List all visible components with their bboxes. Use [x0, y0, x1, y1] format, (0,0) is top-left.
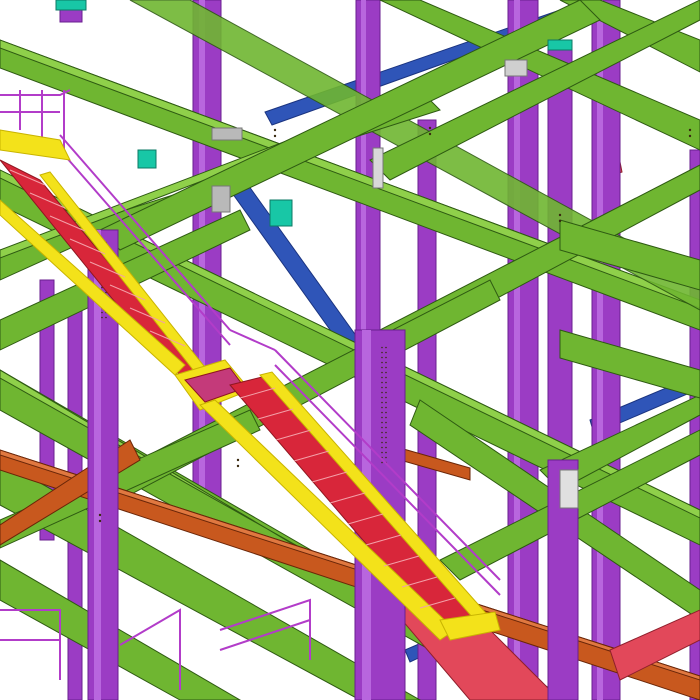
gray-plate	[211, 127, 243, 141]
steel-structure-render	[0, 0, 700, 700]
teal-plate	[547, 39, 573, 51]
bolt	[236, 458, 240, 462]
bolt	[558, 219, 562, 223]
bolt	[558, 213, 562, 217]
stair-landing-top	[0, 129, 71, 161]
gray-plate	[504, 59, 528, 77]
bolt	[98, 513, 102, 517]
teal-plate	[137, 149, 157, 169]
bolt	[428, 132, 432, 136]
bolt	[236, 464, 240, 468]
column-bolts	[380, 345, 388, 465]
gray-plate	[559, 469, 579, 509]
gray-plate	[211, 185, 231, 213]
structure-model-canvas	[0, 0, 700, 700]
teal-plate	[55, 0, 87, 11]
bolt	[688, 134, 692, 138]
green-beam	[559, 329, 700, 399]
bolt	[273, 128, 277, 132]
bolt	[428, 126, 432, 130]
bolt	[688, 128, 692, 132]
bolt	[98, 519, 102, 523]
bolt	[273, 134, 277, 138]
teal-plate	[269, 199, 293, 227]
gray-plate	[372, 147, 384, 189]
